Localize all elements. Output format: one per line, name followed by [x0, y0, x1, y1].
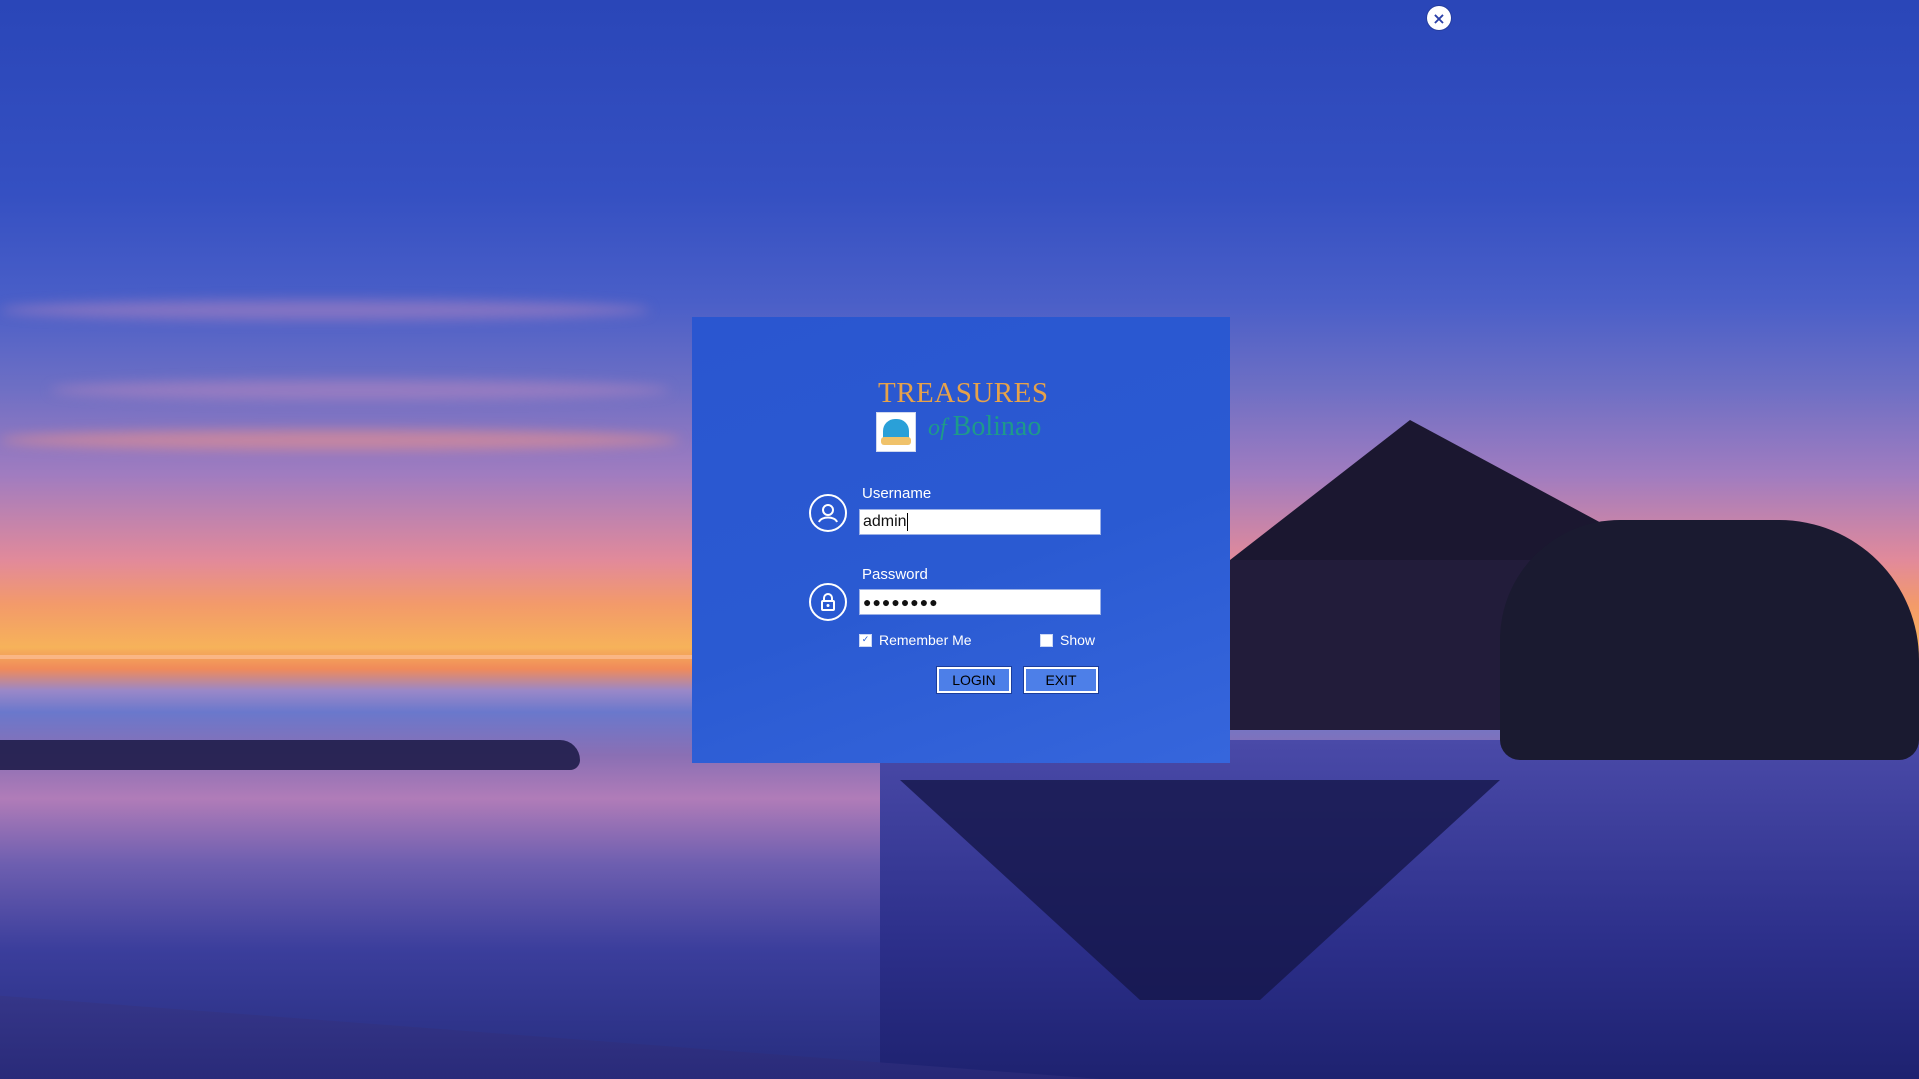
logo: TREASURES of Bolinao — [876, 377, 1066, 457]
horizon — [0, 655, 700, 659]
password-input[interactable]: ●●●●●●●● — [859, 589, 1101, 615]
shore-silhouette — [0, 740, 580, 770]
logo-title: TREASURES — [878, 377, 1049, 409]
login-button[interactable]: LOGIN — [936, 666, 1012, 694]
close-icon: × — [1432, 8, 1446, 28]
exit-button[interactable]: EXIT — [1023, 666, 1099, 694]
username-label: Username — [862, 485, 932, 502]
logo-place: Bolinao — [952, 411, 1042, 442]
close-button[interactable]: × — [1427, 6, 1451, 30]
cloud-band — [0, 300, 650, 320]
cloud-band — [50, 380, 670, 400]
lock-icon — [809, 583, 847, 621]
logo-subtitle: of Bolinao — [928, 411, 1041, 443]
text-caret — [906, 512, 908, 531]
user-circle-icon — [809, 494, 847, 532]
username-value: admin — [863, 513, 907, 530]
login-dialog: TREASURES of Bolinao Username admin Passw… — [692, 317, 1230, 763]
cloud-band — [0, 430, 680, 450]
checkbox-unchecked-icon — [1040, 633, 1053, 647]
logo-image — [876, 412, 916, 452]
remember-me-label: Remember Me — [879, 632, 972, 648]
remember-me-checkbox[interactable]: ✓ Remember Me — [859, 632, 972, 648]
username-input[interactable]: admin — [859, 509, 1101, 535]
password-value: ●●●●●●●● — [863, 594, 939, 610]
trees-silhouette — [1500, 520, 1919, 760]
show-label: Show — [1060, 632, 1096, 648]
checkbox-checked-icon: ✓ — [859, 633, 872, 647]
password-label: Password — [862, 566, 928, 583]
logo-of: of — [928, 415, 947, 441]
show-password-checkbox[interactable]: Show — [1040, 632, 1095, 648]
